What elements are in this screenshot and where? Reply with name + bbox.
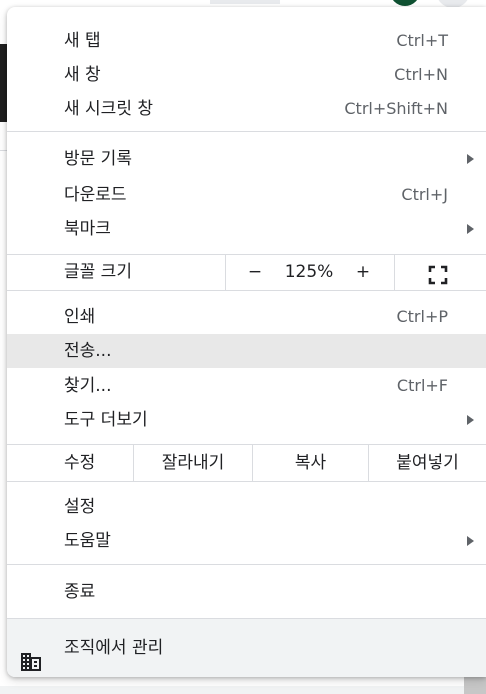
menu-item-bookmarks[interactable]: 북마크 bbox=[7, 212, 486, 246]
zoom-in-button[interactable]: + bbox=[353, 255, 373, 290]
menu-item-label: 도움말 bbox=[64, 531, 111, 551]
menu-item-label: 조직에서 관리 bbox=[64, 638, 164, 658]
menu-item-shortcut: Ctrl+P bbox=[396, 307, 448, 326]
menu-item-label: 새 창 bbox=[64, 65, 101, 85]
menu-separator bbox=[7, 131, 486, 132]
menu-item-new-window[interactable]: 새 창 Ctrl+N bbox=[7, 58, 486, 92]
menu-item-help[interactable]: 도움말 bbox=[7, 524, 486, 558]
menu-item-label: 다운로드 bbox=[64, 185, 127, 205]
menu-separator bbox=[7, 481, 486, 482]
menu-item-downloads[interactable]: 다운로드 Ctrl+J bbox=[7, 178, 486, 212]
zoom-label: 글꼴 크기 bbox=[64, 262, 132, 282]
building-icon bbox=[20, 638, 42, 671]
menu-item-shortcut: Ctrl+Shift+N bbox=[344, 99, 448, 118]
menu-item-label: 새 시크릿 창 bbox=[64, 99, 154, 119]
copy-button[interactable]: 복사 bbox=[253, 445, 368, 481]
menu-item-label: 인쇄 bbox=[64, 307, 96, 327]
menu-item-label: 찾기... bbox=[64, 376, 112, 396]
submenu-arrow-icon bbox=[467, 224, 474, 234]
menu-item-label: 북마크 bbox=[64, 219, 111, 239]
menu-item-new-tab[interactable]: 새 탭 Ctrl+T bbox=[7, 24, 486, 58]
submenu-arrow-icon bbox=[467, 536, 474, 546]
chrome-main-menu: 새 탭 Ctrl+T 새 창 Ctrl+N 새 시크릿 창 Ctrl+Shift… bbox=[7, 7, 486, 677]
cut-button[interactable]: 잘라내기 bbox=[134, 445, 252, 481]
zoom-divider bbox=[394, 255, 395, 290]
menu-item-settings[interactable]: 설정 bbox=[7, 490, 486, 524]
zoom-level-value: 125% bbox=[284, 262, 334, 282]
menu-item-managed-by-organization[interactable]: 조직에서 관리 bbox=[7, 619, 486, 677]
menu-item-new-incognito-window[interactable]: 새 시크릿 창 Ctrl+Shift+N bbox=[7, 92, 486, 126]
menu-item-label: 전송... bbox=[64, 341, 112, 361]
menu-item-shortcut: Ctrl+F bbox=[396, 376, 448, 395]
zoom-divider bbox=[225, 255, 226, 290]
zoom-out-button[interactable]: − bbox=[245, 255, 265, 290]
background-tab-strip bbox=[210, 0, 280, 4]
edit-label: 수정 bbox=[64, 453, 96, 473]
menu-item-shortcut: Ctrl+T bbox=[396, 31, 448, 50]
fullscreen-icon[interactable] bbox=[428, 263, 448, 285]
menu-item-label: 도구 더보기 bbox=[64, 410, 148, 430]
background-profile-avatar bbox=[390, 0, 420, 6]
zoom-control-row: 글꼴 크기 − 125% + bbox=[7, 255, 486, 290]
menu-item-find[interactable]: 찾기... Ctrl+F bbox=[7, 369, 486, 403]
menu-item-exit[interactable]: 종료 bbox=[7, 575, 486, 609]
edit-control-row: 수정 잘라내기 복사 붙여넣기 bbox=[7, 445, 486, 481]
menu-separator bbox=[7, 290, 486, 291]
background-scrollbar bbox=[464, 676, 486, 694]
menu-item-label: 설정 bbox=[64, 497, 96, 517]
submenu-arrow-icon bbox=[467, 154, 474, 164]
menu-item-print[interactable]: 인쇄 Ctrl+P bbox=[7, 300, 486, 334]
menu-item-shortcut: Ctrl+N bbox=[394, 65, 448, 84]
menu-item-label: 새 탭 bbox=[64, 31, 101, 51]
menu-separator bbox=[7, 564, 486, 565]
menu-item-shortcut: Ctrl+J bbox=[401, 185, 448, 204]
paste-button[interactable]: 붙여넣기 bbox=[369, 445, 486, 481]
background-page-bottom bbox=[0, 686, 486, 694]
submenu-arrow-icon bbox=[467, 415, 474, 425]
menu-item-label: 방문 기록 bbox=[64, 149, 132, 169]
menu-item-more-tools[interactable]: 도구 더보기 bbox=[7, 403, 486, 437]
menu-item-label: 종료 bbox=[64, 582, 96, 602]
menu-item-cast[interactable]: 전송... bbox=[7, 334, 486, 368]
menu-item-history[interactable]: 방문 기록 bbox=[7, 142, 486, 176]
